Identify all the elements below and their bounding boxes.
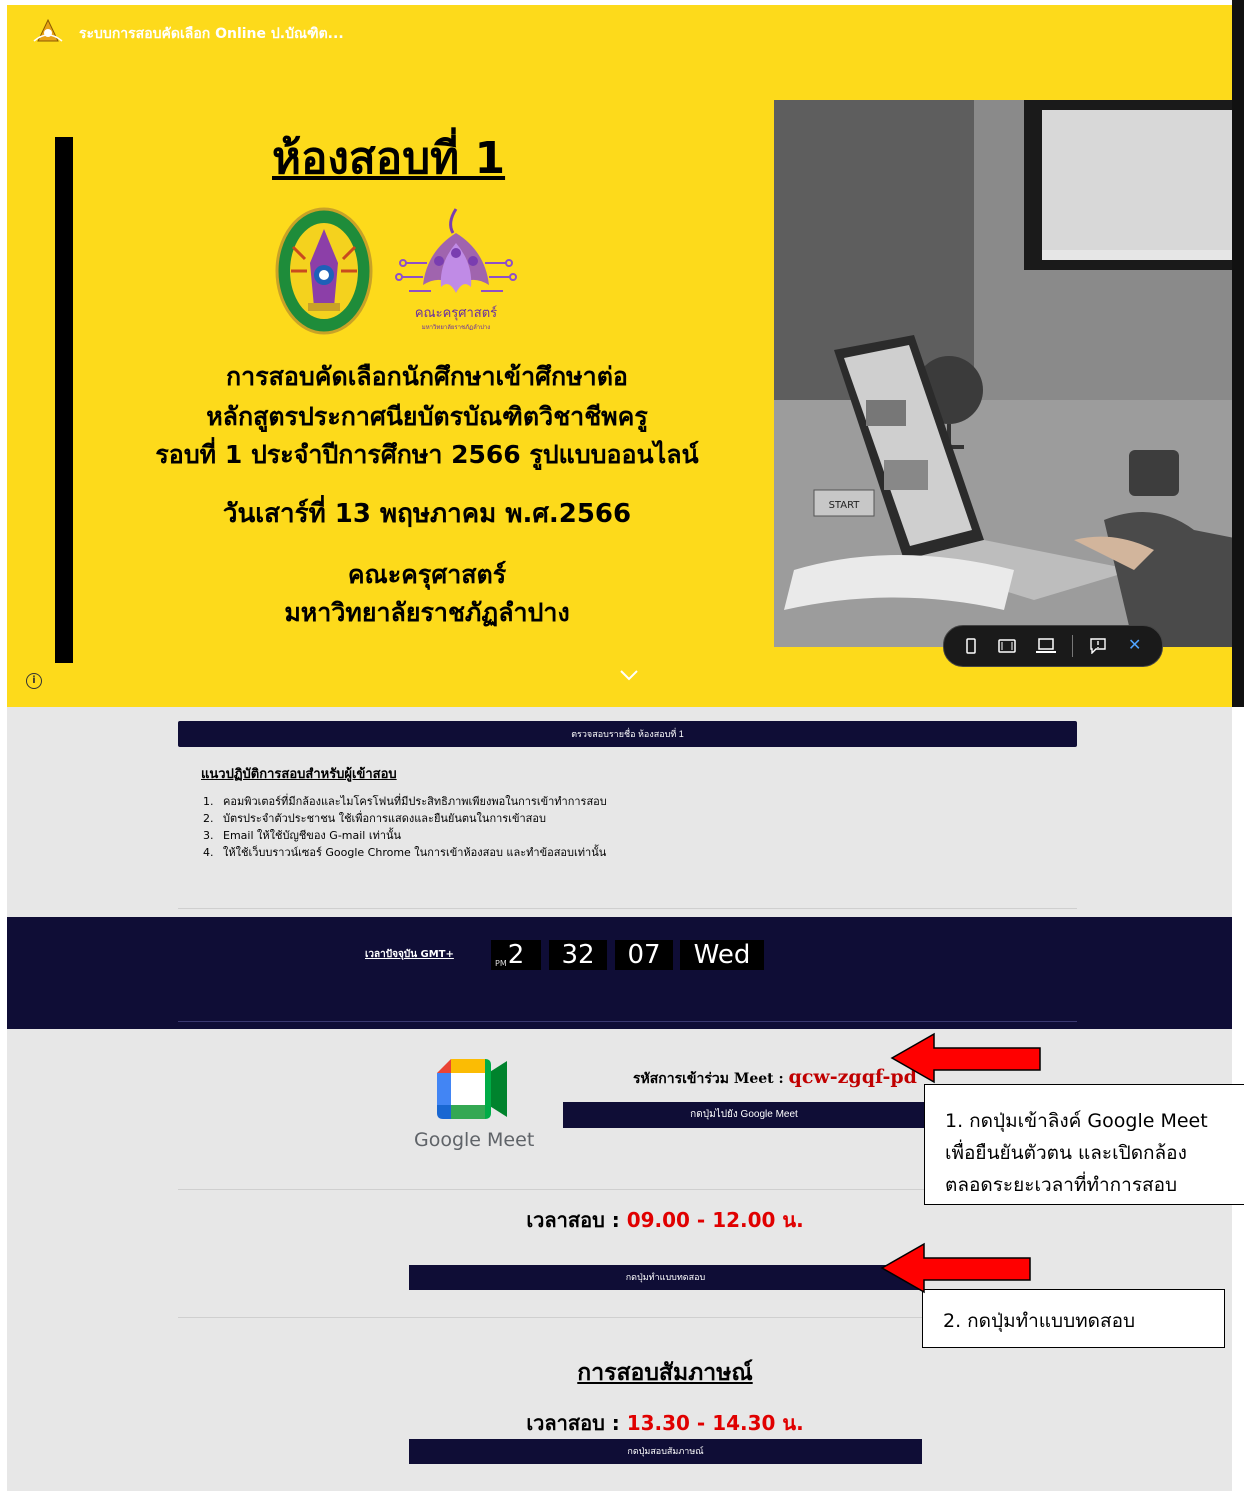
hero-banner: ระบบการสอบคัดเลือก Online ป.บัณฑิต... ห้… <box>7 5 1232 707</box>
go-to-google-meet-button[interactable]: กดปุ่มไปยัง Google Meet <box>563 1102 925 1128</box>
meet-code-line: รหัสการเข้าร่วม Meet : qcw-zgqf-pd <box>633 1066 917 1088</box>
clock-ampm: PM <box>495 959 507 968</box>
clock-minute: 32 <box>549 940 607 970</box>
callout-exam-instruction: 2. กดปุ่มทำแบบทดสอบ <box>922 1289 1225 1348</box>
university-seal-logo <box>275 207 373 335</box>
svg-text:START: START <box>829 500 861 511</box>
svg-text:คณะครุศาสตร์: คณะครุศาสตร์ <box>415 305 497 321</box>
interview-heading: การสอบสัมภาษณ์ <box>577 1360 753 1386</box>
svg-text:มหาวิทยาลัยราชภัฏลำปาง: มหาวิทยาลัยราชภัฏลำปาง <box>422 324 491 331</box>
rule-item: 2. บัตรประจำตัวประชาชน ใช้เพื่อการแสดงและ… <box>203 812 546 825</box>
exam-date: วันเสาร์ที่ 13 พฤษภาคม พ.ศ.2566 <box>222 499 632 529</box>
clock-label[interactable]: เวลาปัจจุบัน GMT+ <box>365 947 454 962</box>
google-meet-icon[interactable] <box>437 1059 509 1119</box>
feedback-icon[interactable] <box>1090 638 1106 654</box>
chevron-down-icon[interactable] <box>619 669 639 681</box>
take-exam-button[interactable]: กดปุ่มทำแบบทดสอบ <box>409 1265 922 1290</box>
faculty-logo: คณะครุศาสตร์ มหาวิทยาลัยราชภัฏลำปาง <box>395 208 517 331</box>
site-title[interactable]: ระบบการสอบคัดเลือก Online ป.บัณฑิต... <box>79 23 344 45</box>
toolbar-divider <box>1072 635 1073 657</box>
desktop-view-icon[interactable] <box>1036 638 1056 654</box>
close-icon[interactable]: ✕ <box>1128 635 1141 654</box>
red-arrow-icon <box>880 1242 1031 1294</box>
clock-section: เวลาปัจจุบัน GMT+ 2 PM 32 07 Wed <box>7 917 1232 1029</box>
instructions-section: ตรวจสอบรายชื่อ ห้องสอบที่ 1 แนวปฏิบัติกา… <box>7 707 1232 917</box>
exam-time: เวลาสอบ : 09.00 - 12.00 น. <box>526 1208 804 1232</box>
clock-day: Wed <box>680 940 764 970</box>
section-divider <box>178 1021 1077 1022</box>
info-icon[interactable]: i <box>26 673 42 689</box>
section-divider <box>178 908 1077 909</box>
clock-second: 07 <box>615 940 673 970</box>
page-edge <box>1232 0 1244 707</box>
preview-toolbar: ✕ <box>943 625 1163 667</box>
tablet-view-icon[interactable] <box>998 639 1016 653</box>
rule-item: 3. Email ให้ใช้บัญชีของ G-mail เท่านั้น <box>203 829 402 842</box>
university-name: มหาวิทยาลัยราชภัฏลำปาง <box>284 598 570 627</box>
mobile-view-icon[interactable] <box>966 638 976 654</box>
red-arrow-icon <box>890 1032 1041 1084</box>
rule-item: 1. คอมพิวเตอร์ที่มีกล้องและไมโครโฟนที่มีป… <box>203 795 607 808</box>
site-logo[interactable] <box>31 17 65 45</box>
hero-heading-line-1: การสอบคัดเลือกนักศึกษาเข้าศึกษาต่อ <box>226 362 628 391</box>
hero-heading-line-3: รอบที่ 1 ประจำปีการศึกษา 2566 รูปแบบออนไ… <box>155 440 699 469</box>
laptop-photo: START <box>774 100 1232 647</box>
interview-time: เวลาสอบ : 13.30 - 14.30 น. <box>526 1411 804 1435</box>
google-meet-wordmark: Google Meet <box>414 1129 535 1151</box>
room-title: ห้องสอบที่ 1 <box>272 133 506 184</box>
callout-meet-instruction: 1. กดปุ่มเข้าลิงค์ Google Meet เพื่อยืนย… <box>924 1084 1244 1205</box>
interview-button[interactable]: กดปุ่มสอบสัมภาษณ์ <box>409 1439 922 1464</box>
rule-item: 4. ให้ใช้เว็บบราวน์เซอร์ Google Chrome ใน… <box>203 846 607 859</box>
rules-heading: แนวปฏิบัติการสอบสำหรับผู้เข้าสอบ <box>201 767 397 782</box>
faculty-name: คณะครุศาสตร์ <box>347 560 507 589</box>
hero-heading-line-2: หลักสูตรประกาศนียบัตรบัณฑิตวิชาชีพครู <box>206 402 648 431</box>
check-candidate-list-button[interactable]: ตรวจสอบรายชื่อ ห้องสอบที่ 1 <box>178 721 1077 747</box>
